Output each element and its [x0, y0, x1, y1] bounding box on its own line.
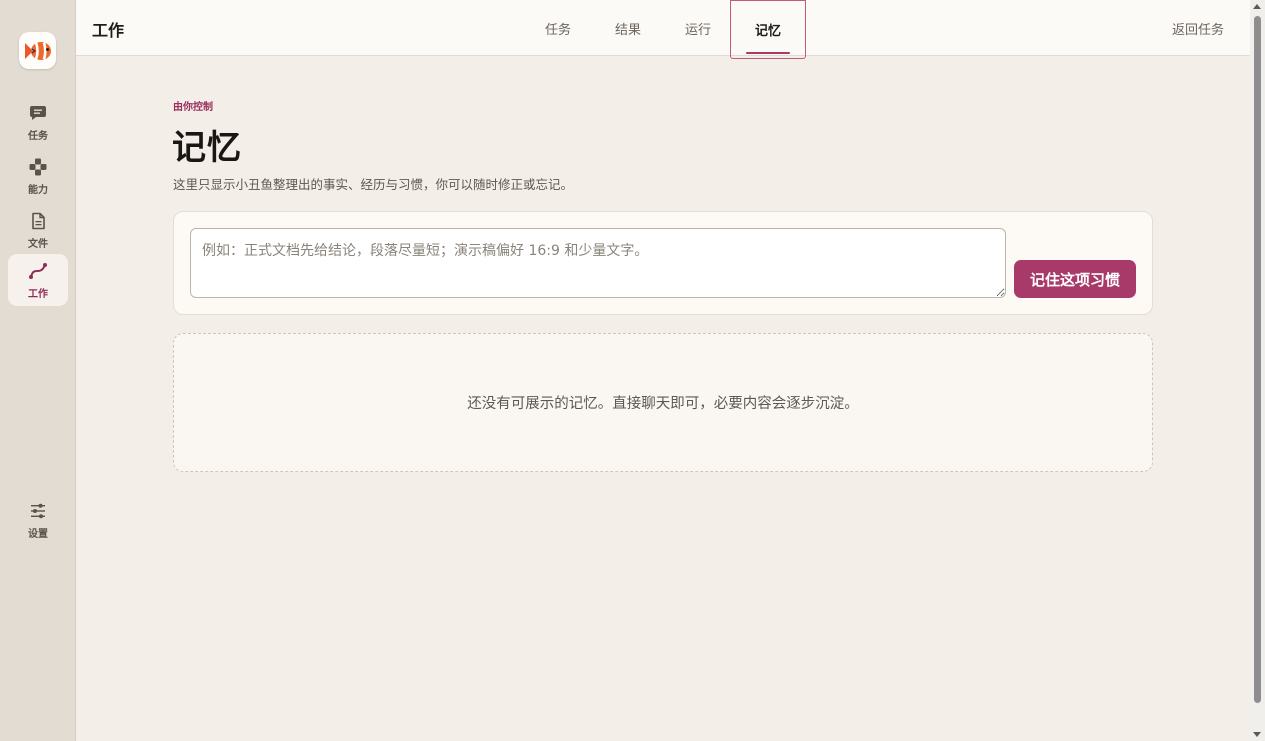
tab-memory[interactable]: 记忆 — [730, 0, 806, 59]
scroll-up-icon[interactable] — [1253, 4, 1261, 9]
eyebrow-label: 由你控制 — [173, 102, 213, 113]
sidebar-item-label: 任务 — [28, 130, 48, 142]
sidebar-item-label: 能力 — [28, 184, 48, 196]
scroll-thumb[interactable] — [1254, 16, 1261, 703]
clownfish-icon — [24, 41, 51, 60]
empty-state-text: 还没有可展示的记忆。直接聊天即可，必要内容会逐步沉淀。 — [467, 396, 859, 412]
sidebar: 任务 能力 文件 工作 设置 — [0, 0, 76, 741]
document-icon — [28, 211, 48, 231]
page-subtitle: 这里只显示小丑鱼整理出的事实、经历与习惯，你可以随时修正或忘记。 — [173, 177, 574, 192]
tab-label: 运行 — [684, 22, 711, 38]
tab-runs[interactable]: 运行 — [668, 0, 728, 56]
section-title: 工作 — [92, 21, 125, 40]
tab-tasks[interactable]: 任务 — [528, 0, 588, 56]
active-tab-indicator — [746, 52, 790, 54]
remember-habit-button[interactable]: 记住这项习惯 — [1014, 260, 1136, 298]
gamepad-icon — [28, 157, 48, 177]
sidebar-item-abilities[interactable]: 能力 — [8, 150, 68, 202]
scroll-down-icon[interactable] — [1253, 732, 1261, 737]
clownfish-logo[interactable] — [19, 32, 56, 69]
curve-path-icon — [28, 261, 48, 281]
top-bar: 工作 任务 结果 运行 记忆 返回任务 — [76, 0, 1250, 59]
sidebar-item-label: 工作 — [28, 288, 48, 300]
tab-label: 任务 — [544, 22, 571, 38]
sidebar-item-label: 设置 — [28, 528, 48, 540]
back-to-tasks-link[interactable]: 返回任务 — [1172, 19, 1224, 38]
page-title: 记忆 — [172, 128, 242, 168]
sidebar-item-settings[interactable]: 设置 — [8, 494, 68, 546]
sidebar-item-files[interactable]: 文件 — [8, 204, 68, 256]
sidebar-item-label: 文件 — [28, 238, 48, 250]
sidebar-item-work[interactable]: 工作 — [8, 254, 68, 306]
sliders-icon — [28, 501, 48, 521]
main-content: 工作 任务 结果 运行 记忆 返回任务 由你控制 记忆 这里只显示小丑鱼整理出的… — [76, 0, 1250, 741]
tab-results[interactable]: 结果 — [598, 0, 658, 56]
memory-input[interactable] — [190, 228, 1006, 298]
chat-bubble-icon — [28, 103, 48, 123]
sidebar-item-tasks[interactable]: 任务 — [8, 96, 68, 148]
page-scrollbar[interactable] — [1250, 0, 1265, 741]
tab-label: 结果 — [614, 22, 641, 38]
memory-input-card: 记住这项习惯 — [173, 211, 1153, 315]
tab-label: 记忆 — [754, 24, 781, 39]
memory-empty-state: 还没有可展示的记忆。直接聊天即可，必要内容会逐步沉淀。 — [173, 333, 1153, 472]
